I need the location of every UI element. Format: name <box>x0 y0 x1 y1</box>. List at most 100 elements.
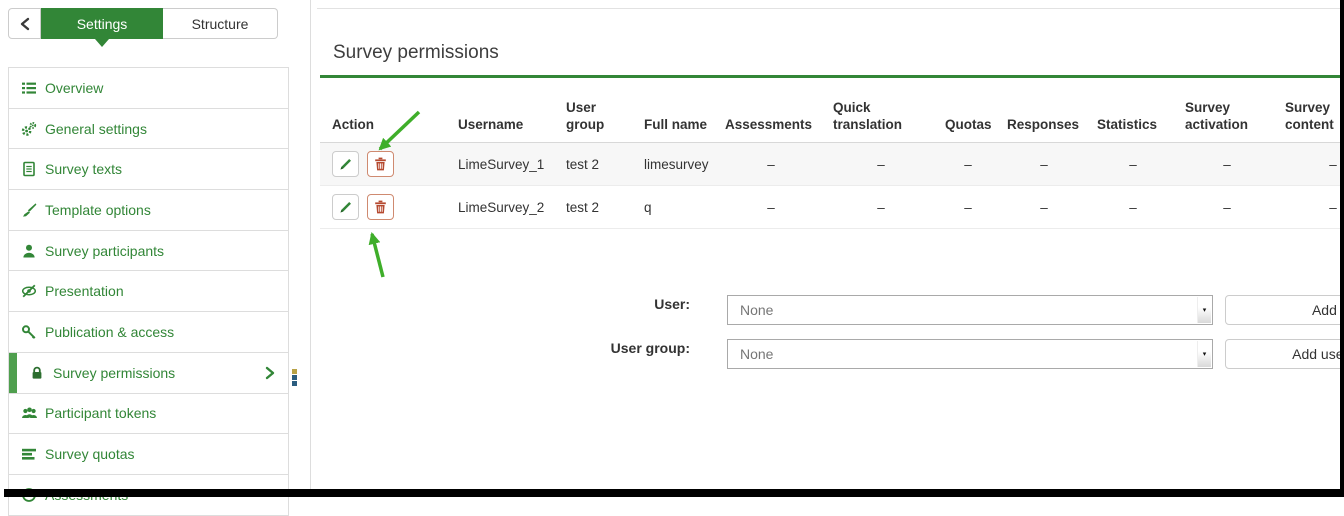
table-header-row: Action Username User group Full name Ass… <box>320 99 1344 143</box>
tab-structure[interactable]: Structure <box>163 8 278 39</box>
user-label: User: <box>560 296 690 312</box>
sidebar-item-label: General settings <box>45 121 147 137</box>
sidebar-item-survey-quotas[interactable]: Survey quotas <box>9 434 288 475</box>
pencil-icon <box>339 200 353 214</box>
sidebar-item-template-options[interactable]: Template options <box>9 190 288 231</box>
arrow-to-delete-row2 <box>372 234 383 277</box>
user-icon <box>20 243 38 259</box>
col-survey-activation: Survey activation <box>1173 99 1273 143</box>
settings-sidebar: Overview General settings Survey texts T… <box>8 67 289 516</box>
col-quotas: Quotas <box>933 99 995 143</box>
add-user-group-button[interactable]: Add user group <box>1225 339 1344 369</box>
add-user-button[interactable]: Add user <box>1225 295 1344 325</box>
survey-permissions-table: Action Username User group Full name Ass… <box>320 99 1344 229</box>
perm-cell: – <box>933 143 995 186</box>
delete-permissions-button[interactable] <box>367 194 394 220</box>
perm-cell: – <box>713 143 821 186</box>
sidebar-item-label: Survey participants <box>45 243 164 259</box>
col-statistics: Statistics <box>1085 99 1173 143</box>
screen-edge-bottom <box>4 489 1344 497</box>
dropdown-arrow-icon: ▾ <box>1197 297 1211 323</box>
panel-divider <box>310 0 311 489</box>
user-group-select-value: None <box>740 346 773 362</box>
eye-slash-icon <box>20 283 38 299</box>
sidebar-item-presentation[interactable]: Presentation <box>9 271 288 312</box>
action-cell <box>320 186 446 229</box>
brush-icon <box>20 202 38 218</box>
sidebar-item-participant-tokens[interactable]: Participant tokens <box>9 394 288 435</box>
file-icon <box>20 161 38 177</box>
user-select[interactable]: None ▾ <box>727 295 1213 325</box>
sidebar-item-publication-access[interactable]: Publication & access <box>9 312 288 353</box>
perm-cell: – <box>1273 186 1344 229</box>
key-icon <box>20 324 38 340</box>
sidebar-item-label: Publication & access <box>45 324 174 340</box>
sidebar-item-label: Template options <box>45 202 151 218</box>
edit-permissions-button[interactable] <box>332 151 359 177</box>
sidebar-item-overview[interactable]: Overview <box>9 68 288 109</box>
perm-cell: – <box>713 186 821 229</box>
full-name-cell: q <box>632 186 713 229</box>
chevron-right-icon <box>264 366 276 380</box>
pencil-icon <box>339 157 353 171</box>
user-group-select[interactable]: None ▾ <box>727 339 1213 369</box>
perm-cell: – <box>1173 143 1273 186</box>
dropdown-arrow-icon: ▾ <box>1197 341 1211 367</box>
perm-cell: – <box>995 143 1085 186</box>
trash-icon <box>374 157 387 171</box>
full-name-cell: limesurvey <box>632 143 713 186</box>
sidebar-item-survey-texts[interactable]: Survey texts <box>9 149 288 190</box>
edit-permissions-button[interactable] <box>332 194 359 220</box>
sidebar-item-survey-permissions[interactable]: Survey permissions <box>9 353 288 394</box>
col-survey-content: Survey content <box>1273 99 1344 143</box>
page-title: Survey permissions <box>333 42 499 64</box>
sidebar-item-survey-participants[interactable]: Survey participants <box>9 231 288 272</box>
bars-icon <box>20 446 38 462</box>
users-icon <box>20 405 38 421</box>
col-assessments: Assessments <box>713 99 821 143</box>
perm-cell: – <box>821 143 933 186</box>
username-cell: LimeSurvey_1 <box>446 143 554 186</box>
sidebar-item-label: Survey permissions <box>53 365 175 381</box>
chevron-left-icon <box>19 16 31 32</box>
back-button[interactable] <box>8 8 41 39</box>
sidebar-item-label: Survey quotas <box>45 446 135 462</box>
perm-cell: – <box>1085 186 1173 229</box>
top-separator <box>317 8 1344 9</box>
perm-cell: – <box>1273 143 1344 186</box>
username-cell: LimeSurvey_2 <box>446 186 554 229</box>
perm-cell: – <box>821 186 933 229</box>
user-group-cell: test 2 <box>554 186 632 229</box>
table-row: LimeSurvey_1 test 2 limesurvey – – – – –… <box>320 143 1344 186</box>
active-tab-pointer <box>95 39 109 47</box>
sidebar-resize-grip[interactable] <box>292 369 297 386</box>
table-row: LimeSurvey_2 test 2 q – – – – – – – <box>320 186 1344 229</box>
gears-icon <box>20 121 38 137</box>
col-quick-translation: Quick translation <box>821 99 933 143</box>
col-username: Username <box>446 99 554 143</box>
trash-icon <box>374 200 387 214</box>
title-underline <box>320 75 1340 78</box>
col-responses: Responses <box>995 99 1085 143</box>
screen-edge-right <box>1340 0 1344 497</box>
delete-permissions-button[interactable] <box>367 151 394 177</box>
tab-settings-label: Settings <box>77 16 128 32</box>
col-user-group: User group <box>554 99 632 143</box>
user-group-label: User group: <box>560 340 690 356</box>
perm-cell: – <box>995 186 1085 229</box>
list-icon <box>20 80 38 96</box>
sidebar-item-label: Survey texts <box>45 161 122 177</box>
perm-cell: – <box>1173 186 1273 229</box>
action-cell <box>320 143 446 186</box>
sidebar-item-label: Overview <box>45 80 103 96</box>
perm-cell: – <box>933 186 995 229</box>
tab-structure-label: Structure <box>192 16 249 32</box>
perm-cell: – <box>1085 143 1173 186</box>
sidebar-item-label: Presentation <box>45 283 124 299</box>
tab-settings[interactable]: Settings <box>41 8 163 39</box>
sidebar-item-general-settings[interactable]: General settings <box>9 109 288 150</box>
sidebar-item-label: Participant tokens <box>45 405 156 421</box>
user-group-cell: test 2 <box>554 143 632 186</box>
col-full-name: Full name <box>632 99 713 143</box>
user-select-value: None <box>740 302 773 318</box>
